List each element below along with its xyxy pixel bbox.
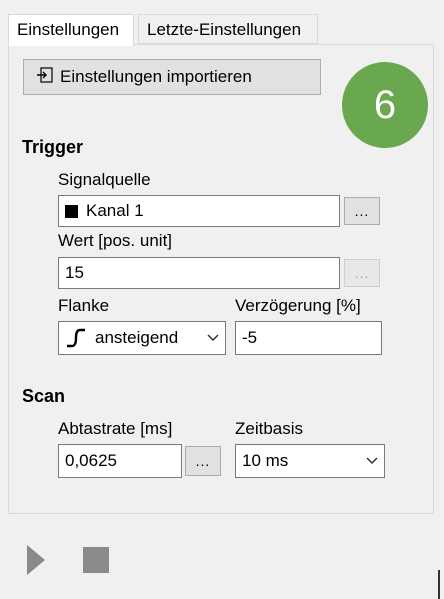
chevron-down-icon	[366, 457, 378, 465]
timebase-label: Zeitbasis	[235, 419, 304, 438]
tab-einstellungen-label: Einstellungen	[17, 20, 120, 39]
sample-rate-browse-label: ...	[195, 453, 211, 469]
timebase-select[interactable]: 10 ms	[235, 444, 385, 478]
signal-source-field[interactable]: Kanal 1	[58, 195, 340, 227]
value-label: Wert [pos. unit]	[58, 231, 173, 250]
signal-source-label: Signalquelle	[58, 170, 151, 189]
import-icon	[36, 66, 54, 89]
window-edge-divider	[438, 570, 440, 599]
tab-letzte-einstellungen-label: Letzte-Einstellungen	[147, 20, 302, 39]
step-number-badge: 6	[342, 62, 428, 148]
edge-value: ansteigend	[95, 328, 179, 347]
chevron-down-icon	[207, 334, 219, 342]
delay-value: -5	[242, 328, 258, 347]
import-settings-label: Einstellungen importieren	[60, 67, 252, 86]
tab-letzte-einstellungen[interactable]: Letzte-Einstellungen	[138, 14, 318, 44]
value-value: 15	[65, 263, 84, 282]
signal-source-browse-label: ...	[354, 203, 370, 219]
value-browse-label: ...	[354, 265, 370, 281]
signal-source-value: Kanal 1	[86, 201, 144, 220]
sample-rate-label: Abtastrate [ms]	[58, 419, 173, 438]
delay-input[interactable]: -5	[235, 321, 382, 355]
play-icon[interactable]	[27, 545, 45, 575]
timebase-value: 10 ms	[242, 451, 289, 470]
delay-label: Verzögerung [%]	[235, 296, 361, 315]
step-number: 6	[373, 82, 397, 127]
signal-source-browse-button[interactable]: ...	[344, 197, 380, 225]
channel-color-swatch	[65, 204, 78, 218]
tab-einstellungen[interactable]: Einstellungen	[8, 14, 134, 46]
edge-label: Flanke	[58, 296, 110, 315]
value-browse-button[interactable]: ...	[344, 259, 380, 287]
rising-edge-icon	[65, 327, 87, 349]
import-settings-button[interactable]: Einstellungen importieren	[23, 59, 321, 95]
scan-heading: Scan	[22, 386, 66, 406]
trigger-heading: Trigger	[22, 137, 84, 157]
sample-rate-value: 0,0625	[65, 451, 117, 470]
sample-rate-browse-button[interactable]: ...	[185, 446, 221, 476]
value-input[interactable]: 15	[58, 257, 340, 289]
sample-rate-input[interactable]: 0,0625	[58, 444, 182, 478]
playback-toolbar	[0, 514, 444, 599]
edge-select[interactable]: ansteigend	[58, 321, 226, 355]
stop-icon[interactable]	[83, 547, 109, 573]
